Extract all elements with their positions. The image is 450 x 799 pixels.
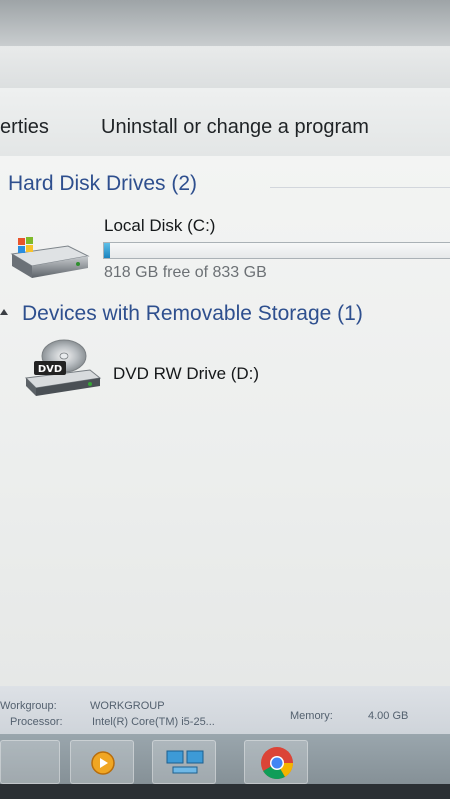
screen-bezel bbox=[0, 0, 450, 46]
workgroup-value: WORKGROUP bbox=[90, 700, 165, 712]
local-disk-c-label: Local Disk (C:) bbox=[104, 216, 216, 235]
taskbar-button-media-player[interactable] bbox=[70, 740, 134, 784]
memory-value: 4.00 GB bbox=[368, 710, 409, 722]
disk-usage-bar bbox=[103, 242, 450, 259]
taskbar-button-start-area[interactable] bbox=[0, 740, 60, 784]
details-pane: Workgroup: WORKGROUP Processor: Intel(R)… bbox=[0, 686, 450, 734]
workgroup-label: Workgroup: bbox=[0, 700, 57, 712]
group-divider bbox=[270, 187, 450, 188]
chrome-icon bbox=[261, 747, 294, 780]
uninstall-program-button[interactable]: Uninstall or change a program bbox=[101, 116, 369, 139]
collapse-arrow-icon[interactable] bbox=[0, 309, 8, 315]
taskbar-button-chrome[interactable] bbox=[244, 740, 308, 784]
hard-drive-windows-icon bbox=[10, 237, 90, 278]
explorer-toolbar: erties Uninstall or change a program bbox=[0, 88, 450, 157]
system-properties-button[interactable]: erties bbox=[0, 116, 49, 139]
dvd-drive-icon: DVD bbox=[24, 339, 102, 396]
processor-value: Intel(R) Core(TM) i5-25... bbox=[92, 716, 215, 728]
network-icon bbox=[166, 750, 204, 774]
processor-label: Processor: bbox=[10, 716, 63, 728]
group-header-hard-disk-drives[interactable]: Hard Disk Drives (2) bbox=[8, 172, 197, 196]
memory-label: Memory: bbox=[290, 710, 333, 722]
disk-free-space-text: 818 GB free of 833 GB bbox=[104, 264, 267, 281]
dvd-rw-drive-label: DVD RW Drive (D:) bbox=[113, 364, 260, 383]
dvd-badge-text: DVD bbox=[38, 364, 62, 375]
disk-usage-fill bbox=[104, 243, 111, 258]
taskbar-button-network[interactable] bbox=[152, 740, 216, 784]
group-header-removable-storage[interactable]: Devices with Removable Storage (1) bbox=[22, 302, 363, 326]
window-top-frame bbox=[0, 0, 450, 88]
monitor-bottom-bezel bbox=[0, 784, 450, 799]
media-player-icon bbox=[91, 751, 115, 775]
